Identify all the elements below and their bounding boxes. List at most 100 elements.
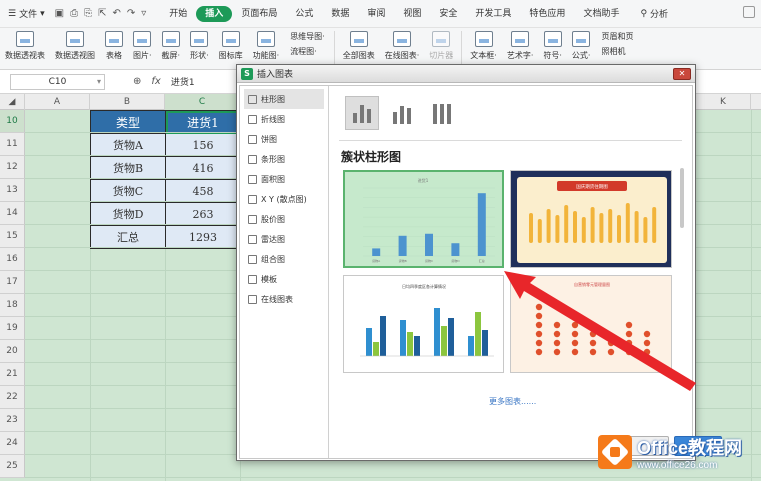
- percent-column-icon[interactable]: [425, 96, 459, 130]
- fx-icon[interactable]: fx: [151, 76, 160, 87]
- tab-8[interactable]: 开发工具: [466, 6, 520, 22]
- name-box[interactable]: C10: [10, 73, 105, 90]
- clustered-column-icon[interactable]: [345, 96, 379, 130]
- table-button[interactable]: 表格: [105, 31, 123, 61]
- row-header[interactable]: 18: [0, 294, 25, 317]
- tab-6[interactable]: 视图: [394, 6, 430, 22]
- print-icon[interactable]: ⎙: [70, 8, 78, 19]
- row-header[interactable]: 11: [0, 133, 25, 156]
- tab-0[interactable]: 开始: [160, 6, 196, 22]
- tab-1[interactable]: 插入: [196, 5, 233, 22]
- more-charts-link[interactable]: 更多图表......: [489, 396, 536, 407]
- ribbon-small-button[interactable]: 流程图·: [290, 46, 325, 57]
- file-menu[interactable]: ☰ 文件 ▾: [8, 7, 45, 21]
- shape-button[interactable]: 形状·: [190, 31, 209, 61]
- all-charts-button[interactable]: 全部图表: [343, 31, 375, 61]
- slicer-button[interactable]: 切片器: [429, 31, 453, 61]
- table-cell[interactable]: 类型: [90, 110, 166, 134]
- tab-9[interactable]: 特色应用: [520, 6, 574, 22]
- row-header[interactable]: 10: [0, 110, 25, 133]
- row-header[interactable]: 16: [0, 248, 25, 271]
- formula-input[interactable]: 进货1: [171, 75, 195, 88]
- column-header-a[interactable]: A: [25, 94, 90, 110]
- dialog-titlebar[interactable]: S 插入图表 ✕: [237, 65, 695, 83]
- undo-icon[interactable]: ↶: [112, 8, 120, 19]
- selected-cell[interactable]: 进货1: [165, 110, 241, 134]
- formula-button[interactable]: 公式·: [572, 31, 590, 61]
- pivot-table-button[interactable]: 数据透视表: [5, 31, 45, 61]
- stacked-column-icon[interactable]: [385, 96, 419, 130]
- chart-type-6[interactable]: 股价图: [240, 209, 328, 229]
- chart-type-9[interactable]: 模板: [240, 269, 328, 289]
- cloud-icon[interactable]: [743, 6, 755, 18]
- chart-type-1[interactable]: 折线图: [240, 109, 328, 129]
- chart-type-7[interactable]: 雷达图: [240, 229, 328, 249]
- table-cell[interactable]: 货物C: [90, 179, 166, 203]
- row-header[interactable]: 15: [0, 225, 25, 248]
- column-header-c[interactable]: C: [165, 94, 240, 110]
- zoom-icon[interactable]: ⊕: [133, 76, 141, 87]
- tab-3[interactable]: 公式: [286, 6, 322, 22]
- chart-thumbnail-basic[interactable]: 进货1 货物A 货物B 货物C 货物D 汇总: [343, 170, 504, 268]
- print-preview-icon[interactable]: ⎘: [84, 8, 92, 19]
- chart-type-0[interactable]: 柱形图: [244, 89, 324, 109]
- export-icon[interactable]: ⇱: [98, 8, 106, 19]
- function-chart-button[interactable]: 功能图·: [253, 31, 279, 61]
- row-header[interactable]: 24: [0, 432, 25, 455]
- table-cell[interactable]: 货物D: [90, 202, 166, 226]
- tab-4[interactable]: 数据: [322, 6, 358, 22]
- chart-type-8[interactable]: 组合图: [240, 249, 328, 269]
- thumb-dot: [535, 312, 543, 320]
- row-header[interactable]: 20: [0, 340, 25, 363]
- table-cell[interactable]: 货物A: [90, 133, 166, 157]
- column-header-k[interactable]: K: [696, 94, 751, 110]
- row-header[interactable]: 25: [0, 455, 25, 478]
- chart-type-5[interactable]: X Y (散点图): [240, 189, 328, 209]
- ribbon-small-button[interactable]: 页眉和页: [601, 31, 633, 42]
- online-chart-button[interactable]: 在线图表·: [385, 31, 419, 61]
- textbox-button[interactable]: 文本框·: [470, 31, 497, 61]
- row-header[interactable]: 13: [0, 179, 25, 202]
- chart-type-2[interactable]: 饼图: [240, 129, 328, 149]
- search-box[interactable]: ⚲ 分析: [640, 7, 668, 21]
- row-header[interactable]: 12: [0, 156, 25, 179]
- table-cell[interactable]: 货物B: [90, 156, 166, 180]
- table-cell[interactable]: 1293: [165, 225, 241, 249]
- chart-type-4[interactable]: 面积图: [240, 169, 328, 189]
- column-header-b[interactable]: B: [90, 94, 165, 110]
- symbol-button[interactable]: 符号·: [543, 31, 562, 61]
- select-all-corner[interactable]: ◢: [0, 94, 25, 110]
- table-cell[interactable]: 263: [165, 202, 241, 226]
- row-header[interactable]: 14: [0, 202, 25, 225]
- tab-7[interactable]: 安全: [430, 6, 466, 22]
- customize-icon[interactable]: ▿: [141, 8, 146, 19]
- gallery-scrollbar[interactable]: [680, 168, 684, 228]
- wordart-button[interactable]: 艺术字·: [507, 31, 533, 61]
- close-icon[interactable]: ✕: [673, 68, 691, 80]
- save-icon[interactable]: ▣: [55, 8, 64, 19]
- redo-icon[interactable]: ↷: [127, 8, 135, 19]
- ribbon-small-button[interactable]: 思维导图·: [290, 31, 325, 42]
- icon-library-button[interactable]: 图标库: [219, 31, 243, 61]
- pivot-chart-button[interactable]: 数据透视图: [55, 31, 95, 61]
- chart-type-3[interactable]: 条形图: [240, 149, 328, 169]
- tab-2[interactable]: 页面布局: [232, 6, 286, 22]
- ribbon-small-button[interactable]: 照相机: [601, 46, 633, 57]
- row-header[interactable]: 22: [0, 386, 25, 409]
- tab-10[interactable]: 文档助手: [574, 6, 628, 22]
- row-header[interactable]: 19: [0, 317, 25, 340]
- picture-button[interactable]: 图片·: [133, 31, 152, 61]
- chart-thumbnail-grouped[interactable]: 日均四季度区各计算情况: [343, 275, 504, 373]
- row-header[interactable]: 23: [0, 409, 25, 432]
- row-header[interactable]: 21: [0, 363, 25, 386]
- table-cell[interactable]: 458: [165, 179, 241, 203]
- table-cell[interactable]: 416: [165, 156, 241, 180]
- chart-type-10[interactable]: 在线图表: [240, 289, 328, 309]
- table-cell[interactable]: 汇总: [90, 225, 166, 249]
- row-header[interactable]: 17: [0, 271, 25, 294]
- chart-thumbnail-dark[interactable]: 国庆期货往期图: [510, 170, 672, 268]
- chart-thumbnail-pictorial[interactable]: 自营销零元管理量图: [510, 275, 672, 373]
- table-cell[interactable]: 156: [165, 133, 241, 157]
- tab-5[interactable]: 审阅: [358, 6, 394, 22]
- screenshot-button[interactable]: 截屏·: [162, 31, 180, 61]
